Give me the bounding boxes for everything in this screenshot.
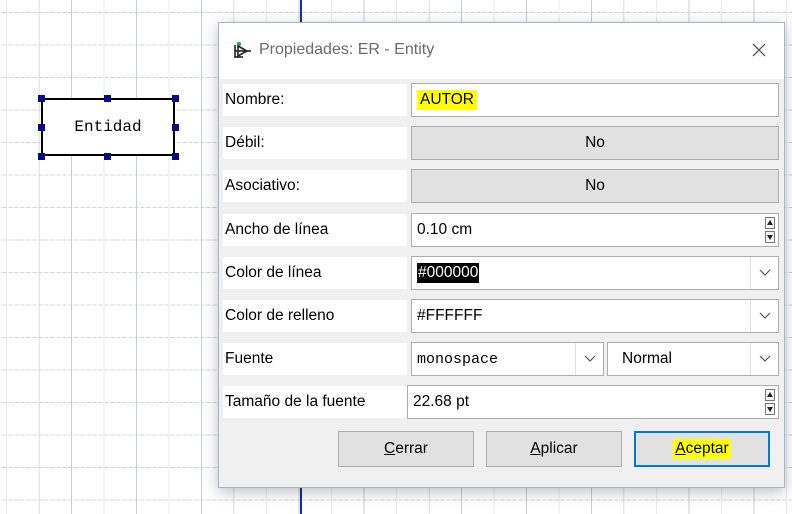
dialog-title: Propiedades: ER - Entity bbox=[259, 41, 435, 58]
color-relleno-combobox[interactable]: #FFFFFF bbox=[411, 299, 779, 333]
spinner-arrows-icon[interactable] bbox=[765, 389, 775, 415]
debil-label: Débil: bbox=[223, 127, 407, 159]
aplicar-mnemonic: A bbox=[530, 440, 541, 457]
ancho-linea-value: 0.10 cm bbox=[417, 221, 473, 238]
tamano-fuente-value: 22.68 pt bbox=[413, 393, 470, 410]
fuente-family-combobox[interactable]: monospace bbox=[411, 342, 604, 376]
entity-label: Entidad bbox=[74, 118, 142, 136]
fuente-style-combobox[interactable]: Normal bbox=[607, 342, 779, 376]
dialog-titlebar[interactable]: Propiedades: ER - Entity bbox=[219, 23, 784, 79]
chevron-down-icon[interactable] bbox=[750, 257, 778, 289]
aceptar-text: Aceptar bbox=[673, 439, 731, 459]
color-linea-label: Color de línea bbox=[223, 257, 407, 289]
er-diagram-icon bbox=[234, 41, 251, 58]
spin-down-button[interactable] bbox=[765, 231, 775, 243]
resize-handle-sw[interactable] bbox=[38, 153, 45, 160]
nombre-value: AUTOR bbox=[417, 90, 477, 110]
asociativo-toggle-button[interactable]: No bbox=[411, 169, 779, 203]
ancho-linea-spinbox[interactable]: 0.10 cm bbox=[411, 213, 779, 247]
guide-line-bottom bbox=[300, 488, 302, 514]
debil-toggle-button[interactable]: No bbox=[411, 126, 779, 160]
properties-dialog: Propiedades: ER - Entity Nombre: AUTOR D… bbox=[218, 22, 785, 488]
guide-line-top bbox=[300, 0, 302, 22]
spinner-arrows-icon[interactable] bbox=[765, 217, 775, 243]
asociativo-label: Asociativo: bbox=[223, 170, 407, 202]
debil-value: No bbox=[585, 134, 605, 151]
aceptar-label: ceptar bbox=[685, 440, 729, 457]
spin-down-button[interactable] bbox=[765, 403, 775, 415]
color-linea-value: #000000 bbox=[417, 263, 480, 283]
resize-handle-se[interactable] bbox=[172, 153, 179, 160]
chevron-down-icon[interactable] bbox=[575, 343, 603, 375]
chevron-down-icon[interactable] bbox=[750, 343, 778, 375]
chevron-down-icon[interactable] bbox=[750, 300, 778, 332]
cerrar-label: errar bbox=[395, 440, 428, 457]
resize-handle-n[interactable] bbox=[104, 95, 111, 102]
close-button[interactable] bbox=[744, 35, 774, 65]
nombre-input[interactable]: AUTOR bbox=[411, 83, 779, 117]
entity-shape[interactable]: Entidad bbox=[41, 98, 175, 156]
tamano-fuente-label: Tamaño de la fuente bbox=[223, 386, 407, 418]
ancho-linea-label: Ancho de línea bbox=[223, 214, 407, 246]
resize-handle-nw[interactable] bbox=[38, 95, 45, 102]
close-icon bbox=[752, 43, 766, 57]
fuente-label: Fuente bbox=[223, 343, 407, 375]
aceptar-button[interactable]: Aceptar bbox=[634, 431, 770, 467]
spin-up-button[interactable] bbox=[765, 389, 775, 401]
nombre-label: Nombre: bbox=[223, 84, 407, 116]
cerrar-mnemonic: C bbox=[384, 440, 396, 457]
color-relleno-value: #FFFFFF bbox=[417, 307, 483, 324]
resize-handle-ne[interactable] bbox=[172, 95, 179, 102]
cerrar-button[interactable]: Cerrar bbox=[338, 431, 474, 467]
resize-handle-s[interactable] bbox=[104, 153, 111, 160]
fuente-family-value: monospace bbox=[417, 350, 499, 368]
aplicar-label: plicar bbox=[540, 440, 578, 457]
fuente-style-value: Normal bbox=[622, 350, 672, 367]
color-linea-combobox[interactable]: #000000 bbox=[411, 256, 779, 290]
asociativo-value: No bbox=[585, 177, 605, 194]
spin-up-button[interactable] bbox=[765, 217, 775, 229]
resize-handle-w[interactable] bbox=[38, 124, 45, 131]
aplicar-button[interactable]: Aplicar bbox=[486, 431, 622, 467]
aceptar-mnemonic: A bbox=[675, 440, 686, 457]
resize-handle-e[interactable] bbox=[172, 124, 179, 131]
color-relleno-label: Color de relleno bbox=[223, 300, 407, 332]
tamano-fuente-spinbox[interactable]: 22.68 pt bbox=[407, 385, 779, 419]
